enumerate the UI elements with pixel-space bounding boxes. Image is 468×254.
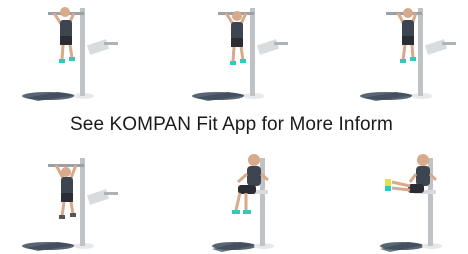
pull-up-exercise-image (188, 0, 308, 105)
pull-up-exercise-image (356, 0, 468, 105)
banner-text: See KOMPAN Fit App for More Inform (70, 114, 393, 135)
pull-up-exercise-image (18, 0, 138, 105)
exercise-sheet: See KOMPAN Fit App for More Inform (0, 0, 468, 254)
leg-raise-exercise-image (356, 150, 468, 254)
app-info-banner: See KOMPAN Fit App for More Inform (0, 112, 468, 140)
seated-dip-exercise-image (188, 150, 308, 254)
hanging-exercise-image (18, 150, 138, 254)
